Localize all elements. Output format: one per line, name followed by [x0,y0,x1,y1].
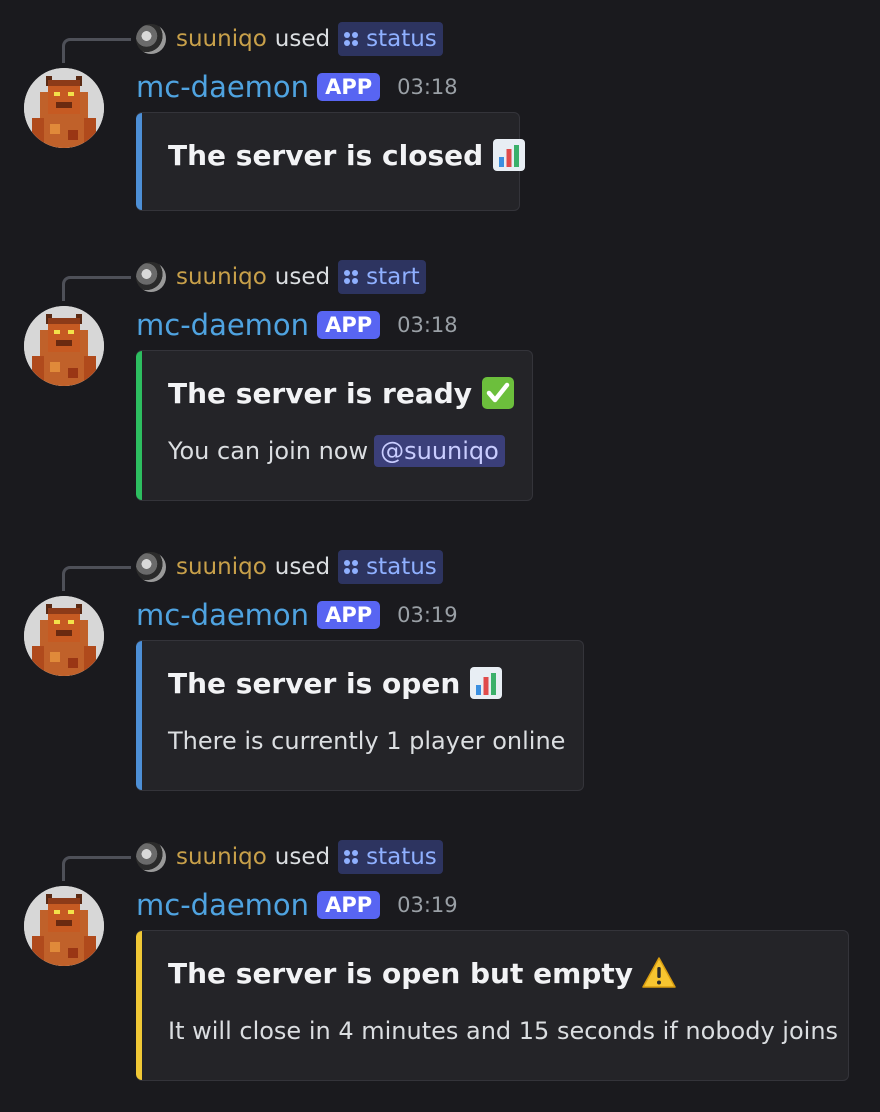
embed-title: The server is open but empty [168,953,677,993]
embed-description-text: You can join now [168,437,369,465]
app-badge: APP [317,601,381,629]
message-header: mc-daemon APP 03:18 [136,306,458,344]
reply-username[interactable]: suuniqo [176,26,267,52]
reply-username[interactable]: suuniqo [176,554,267,580]
command-reply[interactable]: suuniqo used status [136,20,443,58]
reply-connector [62,38,131,63]
slash-command-pill[interactable]: status [338,550,443,584]
timestamp[interactable]: 03:18 [397,75,458,99]
command-name: start [366,264,420,290]
warning-emoji [641,955,677,991]
embed-description: There is currently 1 player online [168,723,565,759]
slash-command-pill[interactable]: status [338,22,443,56]
author-name[interactable]: mc-daemon [136,888,309,922]
user-avatar-icon[interactable] [136,24,166,54]
embed-title: The server is ready [168,373,516,413]
embed-description: You can join now @suuniqo [168,433,505,469]
author-name[interactable]: mc-daemon [136,598,309,632]
bar-chart-emoji [491,137,527,173]
embed-color-bar [136,351,142,500]
app-badge: APP [317,311,381,339]
embed-color-bar [136,931,142,1080]
user-avatar-icon[interactable] [136,842,166,872]
author-name[interactable]: mc-daemon [136,70,309,104]
reply-used-text: used [274,844,331,870]
timestamp[interactable]: 03:19 [397,893,458,917]
reply-used-text: used [274,264,331,290]
embed-title-text: The server is ready [168,376,473,410]
reply-connector [62,276,131,301]
embed: The server is ready You can join now @su… [136,350,533,501]
embed: The server is open but empty It will clo… [136,930,849,1081]
user-avatar-icon[interactable] [136,262,166,292]
command-name: status [366,26,437,52]
command-reply[interactable]: suuniqo used status [136,548,443,586]
reply-connector [62,566,131,591]
timestamp[interactable]: 03:19 [397,603,458,627]
embed-description: It will close in 4 minutes and 15 second… [168,1013,838,1049]
command-reply[interactable]: suuniqo used start [136,258,426,296]
reply-username[interactable]: suuniqo [176,844,267,870]
embed-title-text: The server is closed [168,138,484,172]
app-badge: APP [317,73,381,101]
message[interactable]: suuniqo used status mc-daemon APP 03:19 [0,528,880,818]
bar-chart-emoji [468,665,504,701]
slash-command-pill[interactable]: status [338,840,443,874]
message[interactable]: suuniqo used status mc-daemon APP 03:18 [0,0,880,238]
embed-description-text: It will close in 4 minutes and 15 second… [168,1017,839,1045]
reply-username[interactable]: suuniqo [176,264,267,290]
message-header: mc-daemon APP 03:19 [136,596,458,634]
reply-used-text: used [274,554,331,580]
reply-connector [62,856,131,881]
minecraft-avatar-icon[interactable] [24,306,104,386]
message[interactable]: suuniqo used status mc-daemon APP 03:19 [0,818,880,1112]
message-header: mc-daemon APP 03:18 [136,68,458,106]
slash-command-icon [344,560,359,574]
minecraft-avatar-icon[interactable] [24,886,104,966]
user-avatar-icon[interactable] [136,552,166,582]
minecraft-avatar-icon[interactable] [24,68,104,148]
slash-command-pill[interactable]: start [338,260,426,294]
embed-title-text: The server is open [168,666,461,700]
command-name: status [366,844,437,870]
slash-command-icon [344,850,359,864]
embed-title-text: The server is open but empty [168,956,633,990]
minecraft-avatar-icon[interactable] [24,596,104,676]
embed: The server is open There is currently 1 … [136,640,584,791]
command-reply[interactable]: suuniqo used status [136,838,443,876]
message-header: mc-daemon APP 03:19 [136,886,458,924]
user-mention[interactable]: @suuniqo [374,435,505,467]
message[interactable]: suuniqo used start mc-daemon APP 03:18 T… [0,238,880,528]
slash-command-icon [344,270,359,284]
embed-title: The server is closed [168,135,527,175]
app-badge: APP [317,891,381,919]
embed-title: The server is open [168,663,504,703]
slash-command-icon [344,32,359,46]
embed-color-bar [136,641,142,790]
command-name: status [366,554,437,580]
author-name[interactable]: mc-daemon [136,308,309,342]
embed-description-text: There is currently 1 player online [168,727,566,755]
embed: The server is closed [136,112,526,211]
embed-color-bar [136,113,142,210]
check-mark-emoji [480,375,516,411]
timestamp[interactable]: 03:18 [397,313,458,337]
reply-used-text: used [274,26,331,52]
